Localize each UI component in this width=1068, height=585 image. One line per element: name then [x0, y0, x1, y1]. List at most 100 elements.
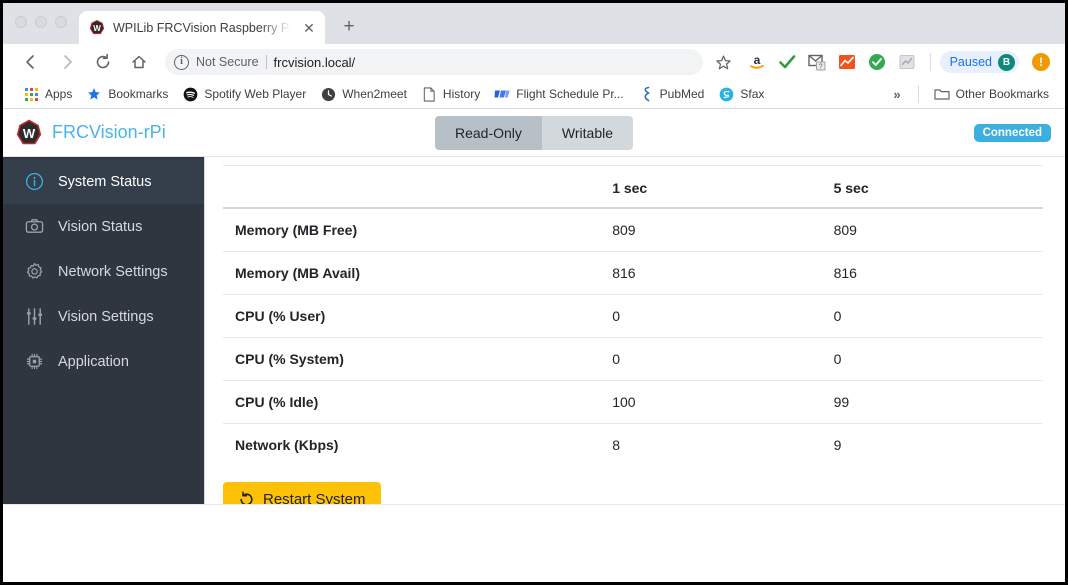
column-header-5sec: 5 sec — [822, 166, 1043, 209]
omnibox-divider — [266, 55, 267, 69]
svg-text:W: W — [23, 126, 36, 141]
chart-extension-icon[interactable] — [835, 50, 859, 74]
paused-badge: B — [998, 54, 1015, 71]
bookmark-spotify[interactable]: Spotify Web Player — [176, 83, 312, 105]
sidebar-item-label: Vision Status — [58, 219, 142, 235]
table-row: Memory (MB Free) 809 809 — [223, 208, 1043, 252]
camera-icon — [25, 217, 44, 236]
disabled-chart-extension-icon[interactable] — [895, 50, 919, 74]
warning-circle-icon[interactable]: ! — [1029, 50, 1053, 74]
bookmark-flight-schedule[interactable]: Flight Schedule Pr... — [488, 83, 629, 105]
status-badge: Connected — [974, 124, 1051, 142]
column-header-metric — [223, 166, 600, 209]
row-label: Memory (MB Avail) — [223, 252, 600, 295]
star-icon[interactable] — [711, 49, 737, 75]
close-icon[interactable]: ✕ — [301, 20, 317, 36]
system-stats-table: 1 sec 5 sec Memory (MB Free) 809 809 Mem… — [223, 165, 1043, 466]
minimize-window-button[interactable] — [35, 16, 47, 28]
spotify-icon — [182, 86, 198, 102]
tab-title: WPILib FRCVision Raspberry Pi — [113, 21, 293, 35]
bookmark-bookmarks[interactable]: Bookmarks — [80, 83, 174, 105]
bookmark-pubmed[interactable]: PubMed — [632, 83, 711, 105]
row-label: CPU (% Idle) — [223, 381, 600, 424]
table-row: CPU (% System) 0 0 — [223, 338, 1043, 381]
row-value-5sec: 0 — [822, 338, 1043, 381]
bookmark-label: Sfax — [740, 87, 764, 101]
page-body: System Status Vision Status — [3, 157, 1065, 504]
svg-text:?: ? — [818, 63, 822, 70]
row-value-1sec: 0 — [600, 338, 821, 381]
forward-arrow-icon[interactable] — [53, 48, 81, 76]
row-value-5sec: 9 — [822, 424, 1043, 467]
sidebar-item-label: Application — [58, 354, 129, 370]
app-brand[interactable]: W FRCVision-rPi — [15, 119, 166, 147]
bookmark-when2meet[interactable]: When2meet — [314, 83, 413, 105]
row-value-5sec: 809 — [822, 208, 1043, 252]
table-header-row: 1 sec 5 sec — [223, 166, 1043, 209]
row-label: CPU (% User) — [223, 295, 600, 338]
bookmark-label: Apps — [45, 87, 72, 101]
main-content: 1 sec 5 sec Memory (MB Free) 809 809 Mem… — [205, 157, 1065, 504]
table-row: Memory (MB Avail) 816 816 — [223, 252, 1043, 295]
new-tab-button[interactable]: + — [335, 13, 363, 41]
restart-system-label: Restart System — [263, 491, 366, 504]
blue-star-icon — [86, 86, 102, 102]
sidebar-item-application[interactable]: Application — [3, 339, 204, 384]
row-value-1sec: 0 — [600, 295, 821, 338]
sidebar-item-network-settings[interactable]: Network Settings — [3, 249, 204, 294]
green-circle-check-extension-icon[interactable] — [865, 50, 889, 74]
row-value-1sec: 8 — [600, 424, 821, 467]
app-navbar: W FRCVision-rPi Read-Only Writable Conne… — [3, 109, 1065, 157]
bookmark-label: Flight Schedule Pr... — [516, 87, 623, 101]
toolbar-divider — [930, 53, 931, 71]
bookmarks-overflow-button[interactable]: » — [885, 87, 908, 102]
gear-icon — [25, 262, 44, 281]
sidebar-item-system-status[interactable]: System Status — [3, 159, 204, 204]
row-label: Network (Kbps) — [223, 424, 600, 467]
sidebar-item-label: Vision Settings — [58, 309, 154, 325]
home-icon[interactable] — [125, 48, 153, 76]
row-label: CPU (% System) — [223, 338, 600, 381]
window-controls — [15, 3, 79, 44]
sidebar-item-vision-status[interactable]: Vision Status — [3, 204, 204, 249]
bookmark-sfax[interactable]: Sfax — [712, 83, 770, 105]
web-page: W FRCVision-rPi Read-Only Writable Conne… — [3, 109, 1065, 515]
sidebar-item-label: System Status — [58, 174, 151, 190]
clock-icon — [320, 86, 336, 102]
info-circle-icon — [25, 172, 44, 191]
info-circle-icon: i — [174, 55, 189, 70]
row-label: Memory (MB Free) — [223, 208, 600, 252]
chip-icon — [25, 352, 44, 371]
wpilib-hexagon-w-icon: W — [15, 119, 43, 147]
bookmark-label: Spotify Web Player — [204, 87, 306, 101]
back-arrow-icon[interactable] — [17, 48, 45, 76]
amazon-extension-icon[interactable]: a — [745, 50, 769, 74]
other-bookmarks-label: Other Bookmarks — [956, 87, 1049, 101]
close-window-button[interactable] — [15, 16, 27, 28]
address-bar[interactable]: i Not Secure frcvision.local/ — [165, 49, 703, 75]
browser-tab[interactable]: W WPILib FRCVision Raspberry Pi ✕ — [79, 11, 325, 44]
maximize-window-button[interactable] — [55, 16, 67, 28]
restart-system-button[interactable]: Restart System — [223, 482, 381, 504]
browser-toolbar: i Not Secure frcvision.local/ a ? — [3, 44, 1065, 80]
bookmark-apps[interactable]: Apps — [17, 83, 78, 105]
browser-window: W WPILib FRCVision Raspberry Pi ✕ + i No… — [0, 0, 1068, 585]
mode-toggle-read-only[interactable]: Read-Only — [435, 116, 542, 150]
gmail-extension-icon[interactable]: ? — [805, 50, 829, 74]
sliders-icon — [25, 307, 44, 326]
green-check-extension-icon[interactable] — [775, 50, 799, 74]
bookmarks-divider — [918, 85, 919, 103]
folder-icon — [934, 86, 950, 102]
paused-extension-button[interactable]: Paused B — [940, 51, 1019, 73]
sidebar-item-vision-settings[interactable]: Vision Settings — [3, 294, 204, 339]
reload-icon[interactable] — [89, 48, 117, 76]
page-icon — [421, 86, 437, 102]
bookmark-history[interactable]: History — [415, 83, 486, 105]
bookmark-label: History — [443, 87, 480, 101]
pubmed-icon — [638, 86, 654, 102]
apps-grid-icon — [23, 86, 39, 102]
sidebar: System Status Vision Status — [3, 157, 205, 504]
other-bookmarks-folder[interactable]: Other Bookmarks — [928, 83, 1055, 105]
row-value-1sec: 809 — [600, 208, 821, 252]
mode-toggle-writable[interactable]: Writable — [542, 116, 633, 150]
